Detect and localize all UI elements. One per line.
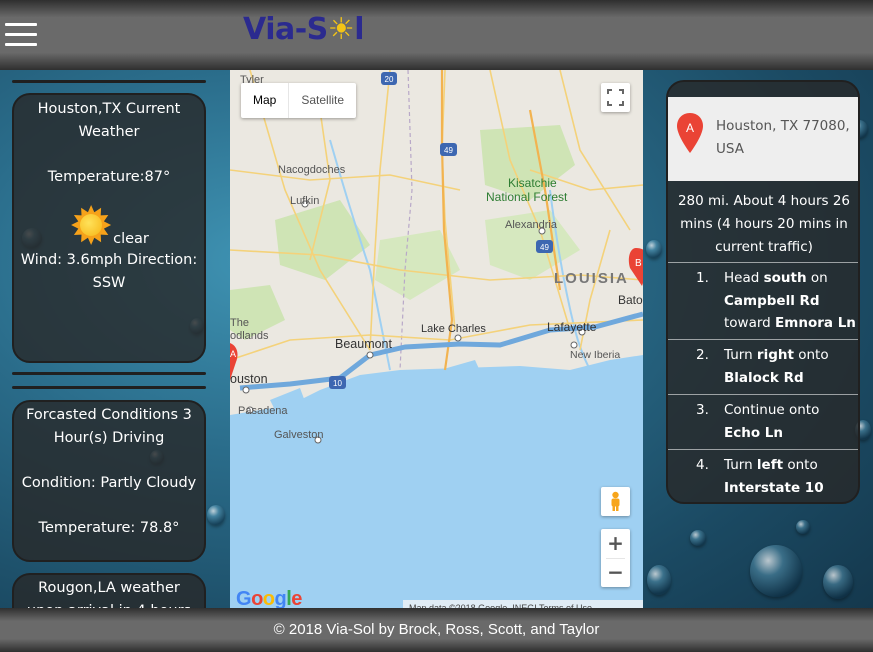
- step-number: 1.: [696, 270, 709, 286]
- current-weather-title: Houston,TX Current Weather: [37, 101, 181, 140]
- directions-panel: A Houston, TX 77080, USA 280 mi. About 4…: [666, 80, 860, 504]
- highway-shield-10: 10: [329, 376, 346, 389]
- direction-step[interactable]: 3. Continue onto Echo Ln: [668, 394, 858, 449]
- forecast-title: Forcasted Conditions 3 Hour(s) Driving: [26, 407, 192, 446]
- current-wind: Wind: 3.6mph Direction: SSW: [20, 252, 198, 291]
- water-drop: [646, 240, 662, 258]
- step-number: 4.: [696, 457, 709, 473]
- zoom-in-button[interactable]: +: [601, 529, 630, 558]
- direction-step[interactable]: 1. Head south on Campbell Rd toward Emno…: [668, 262, 858, 339]
- map-label-alexandria: Alexandria: [505, 219, 558, 231]
- map-label-national-forest: National Forest: [486, 190, 568, 204]
- street-view-button[interactable]: [601, 487, 630, 516]
- route-summary: 280 mi. About 4 hours 26 mins (4 hours 2…: [677, 193, 851, 255]
- header-bar: Via-S☀l: [0, 0, 873, 70]
- map-label-galveston: Galveston: [274, 429, 324, 441]
- footer-bar: © 2018 Via-Sol by Brock, Ross, Scott, an…: [0, 608, 873, 652]
- forecast-condition: Condition: Partly Cloudy: [21, 475, 197, 491]
- current-temperature: Temperature:87°: [47, 169, 171, 185]
- map-label-new-iberia: New Iberia: [570, 349, 620, 361]
- highway-shield-49: 49: [440, 143, 457, 156]
- zoom-out-button[interactable]: −: [601, 559, 630, 587]
- map-type-map-button[interactable]: Map: [241, 83, 288, 118]
- map-label-lufkin: Lufkin: [290, 195, 319, 207]
- direction-step[interactable]: 4. Turn left onto Interstate 10: [668, 449, 858, 502]
- current-condition: clear: [113, 231, 149, 247]
- map-label-the: The: [230, 317, 249, 329]
- map-label-kisatchie: Kisatchie: [508, 176, 557, 190]
- map-label-pasadena: Pasadena: [238, 405, 288, 417]
- highway-shield-49: 49: [536, 240, 553, 253]
- direction-step[interactable]: 2. Turn right onto Blalock Rd: [668, 339, 858, 394]
- divider: [12, 386, 206, 389]
- google-logo: Google: [236, 588, 302, 608]
- water-drop: [647, 565, 671, 595]
- water-drop: [690, 530, 706, 546]
- hamburger-menu-icon[interactable]: [5, 23, 37, 47]
- svg-text:B: B: [635, 258, 642, 269]
- current-weather-panel: Houston,TX Current Weather Temperature:8…: [12, 93, 206, 363]
- svg-text:10: 10: [333, 379, 342, 388]
- map-attribution[interactable]: Map data ©2018 Google, INEGI Terms of Us…: [403, 600, 643, 608]
- forecast-panel: Forcasted Conditions 3 Hour(s) Driving C…: [12, 400, 206, 562]
- svg-text:A: A: [686, 121, 694, 135]
- origin-address: Houston, TX 77080, USA: [716, 118, 850, 157]
- divider: [12, 80, 206, 83]
- step-number: 2.: [696, 347, 709, 363]
- water-drop: [796, 520, 810, 534]
- svg-text:49: 49: [540, 243, 549, 252]
- map-label-nacogdoches: Nacogdoches: [278, 164, 346, 176]
- footer-text: © 2018 Via-Sol by Brock, Ross, Scott, an…: [273, 621, 600, 638]
- svg-text:20: 20: [385, 75, 394, 84]
- map-type-control: Map Satellite: [241, 83, 357, 118]
- step-text: Head south on Campbell Rd toward Emnora …: [724, 270, 856, 331]
- step-number: 3.: [696, 402, 709, 418]
- step-text: Turn right onto Blalock Rd: [724, 347, 829, 386]
- map-label-lake-charles: Lake Charles: [421, 323, 486, 335]
- fullscreen-button[interactable]: [601, 83, 630, 112]
- site-logo[interactable]: Via-S☀l: [243, 12, 364, 47]
- step-text: Turn left onto Interstate 10: [724, 457, 824, 496]
- zoom-control: + −: [601, 529, 630, 587]
- svg-text:A: A: [230, 349, 236, 359]
- logo-sun-icon: ☀: [327, 12, 355, 47]
- sun-icon: [69, 203, 113, 247]
- water-drop: [207, 505, 225, 525]
- route-map[interactable]: 20 49 49 10 Tyler Nacogdoches Lufkin Kis…: [230, 70, 643, 608]
- forecast-temperature: Temperature: 78.8°: [38, 520, 180, 536]
- fullscreen-icon: [607, 89, 624, 106]
- map-pin-a-icon: A: [677, 113, 703, 153]
- map-label-beaumont: Beaumont: [335, 337, 393, 351]
- svg-text:49: 49: [444, 146, 453, 155]
- water-drop: [823, 565, 853, 599]
- map-type-satellite-button[interactable]: Satellite: [288, 83, 356, 118]
- water-drop: [750, 545, 802, 597]
- map-label-houston: ouston: [230, 372, 268, 386]
- map-label-lafayette: Lafayette: [547, 320, 597, 334]
- highway-shield-20: 20: [381, 72, 397, 85]
- map-canvas[interactable]: 20 49 49 10 Tyler Nacogdoches Lufkin Kis…: [230, 70, 643, 608]
- map-label-woodlands: odlands: [230, 330, 269, 342]
- divider: [12, 372, 206, 375]
- pegman-icon: [611, 491, 620, 511]
- directions-origin[interactable]: A Houston, TX 77080, USA: [668, 97, 858, 181]
- map-label-louisiana: LOUISIA: [554, 270, 629, 287]
- map-label-baton-rouge: Bato: [618, 293, 643, 307]
- step-text: Continue onto Echo Ln: [724, 402, 820, 441]
